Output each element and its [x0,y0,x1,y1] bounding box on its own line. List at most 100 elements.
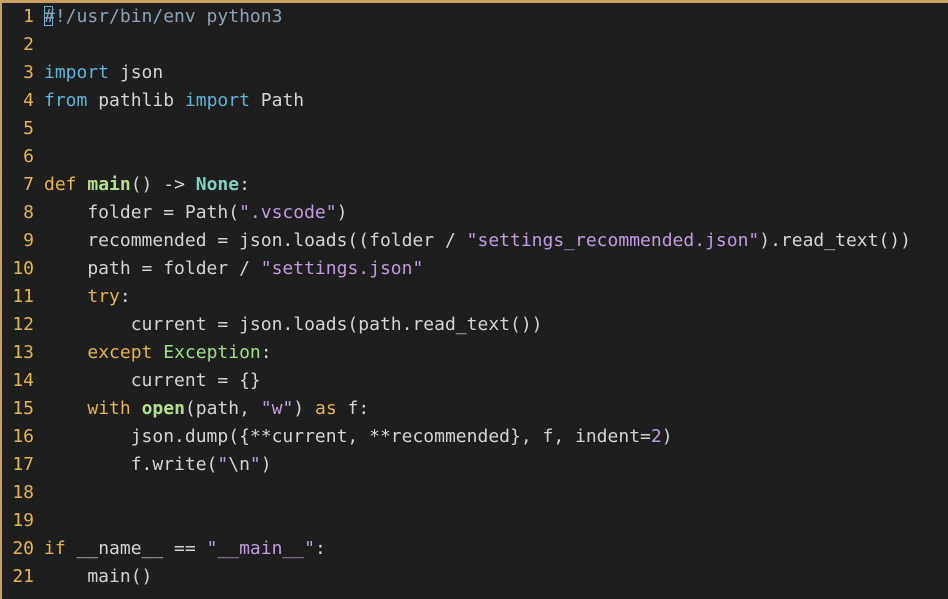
line-number: 10 [12,258,34,279]
code-text: f.write("\n") [44,451,948,479]
code-token: : [239,174,250,195]
editor-window: 1 #!/usr/bin/env python3 2 3 import json 4 fro… [0,0,948,599]
code-token: ) [336,202,348,223]
code-text: json.dump({**current, **recommended}, f,… [44,423,948,451]
code-token: "__main__" [206,538,315,559]
line-number: 7 [23,174,34,195]
code-token: #!/usr/bin/env python3 [44,6,283,27]
line-number: 9 [23,230,34,251]
line-number: 13 [12,342,34,363]
code-token: 2 [650,426,662,447]
code-line[interactable]: 3 import json [4,59,948,87]
code-line[interactable]: 14 current = {} [4,367,948,395]
line-number: 16 [12,426,34,447]
code-token: json.dump({**current, **recommended}, f,… [44,426,651,447]
line-number: 5 [23,118,34,139]
code-token: json [109,62,164,83]
code-token: pathlib [87,90,185,111]
code-text: from pathlib import Path [44,87,948,115]
code-token: : [314,538,326,559]
code-line[interactable]: 5 [4,115,948,143]
code-line[interactable]: 7 def main() -> None: [4,171,948,199]
code-line[interactable]: 12 current = json.loads(path.read_text()… [4,311,948,339]
code-line[interactable]: 19 [4,507,948,535]
code-token: ".vscode" [239,202,337,223]
code-text: folder = Path(".vscode") [44,199,948,227]
code-text: if __name__ == "__main__": [44,535,948,563]
code-token: recommended = json.loads((folder / [44,230,467,251]
code-text: path = folder / "settings.json" [44,255,948,283]
code-token: "w" [260,398,294,419]
code-text: except Exception: [44,339,948,367]
code-line[interactable]: 18 [4,479,948,507]
code-token: def [44,174,77,195]
code-text: current = json.loads(path.read_text()) [44,311,948,339]
code-line[interactable]: 20 if __name__ == "__main__": [4,535,948,563]
code-token: from [44,90,88,111]
code-line[interactable]: 13 except Exception: [4,339,948,367]
code-token: as [314,398,337,419]
line-number: 19 [12,510,34,531]
code-line[interactable]: 8 folder = Path(".vscode") [4,199,948,227]
code-token: current = json.loads(path.read_text()) [44,314,543,335]
code-token: path = folder / [44,258,261,279]
line-number: 2 [23,34,34,55]
code-line[interactable]: 9 recommended = json.loads((folder / "se… [4,227,948,255]
code-token: open [141,398,185,419]
code-text: try: [44,283,948,311]
code-line[interactable]: 10 path = folder / "settings.json" [4,255,948,283]
code-line[interactable]: 6 [4,143,948,171]
code-token: __name__ == [65,538,207,559]
code-token: main [87,174,131,195]
line-number: 14 [12,370,34,391]
code-token: f: [336,398,370,419]
code-line[interactable]: 21 main() [4,563,948,591]
code-text: recommended = json.loads((folder / "sett… [44,227,948,255]
code-token: Exception [163,342,261,363]
code-line[interactable]: 16 json.dump({**current, **recommended},… [4,423,948,451]
code-text: main() [44,563,948,591]
code-line[interactable]: 17 f.write("\n") [4,451,948,479]
code-token: : [119,286,131,307]
code-token: "settings.json" [260,258,424,279]
code-token: except [87,342,153,363]
line-number: 6 [23,146,34,167]
code-token: " [217,454,229,475]
code-line[interactable]: 2 [4,31,948,59]
code-token: () -> [130,174,196,195]
code-token: f.write( [44,454,218,475]
code-line[interactable]: 4 from pathlib import Path [4,87,948,115]
code-line[interactable]: 1 #!/usr/bin/env python3 [4,3,948,31]
code-token: import [44,62,110,83]
code-token: : [260,342,272,363]
code-token: ) [260,454,272,475]
line-number: 18 [12,482,34,503]
line-number: 20 [12,538,34,559]
code-line[interactable]: 11 try: [4,283,948,311]
code-token: "settings_recommended.json" [466,230,760,251]
code-token: main() [44,566,153,587]
line-number: 4 [23,90,34,111]
code-text: current = {} [44,367,948,395]
line-number: 8 [23,202,34,223]
line-number: 21 [12,566,34,587]
line-number: 11 [12,286,34,307]
code-editor[interactable]: 1 #!/usr/bin/env python3 2 3 import json 4 fro… [4,3,948,599]
code-text: import json [44,59,948,87]
code-text: with open(path, "w") as f: [44,395,948,423]
code-token: with [87,398,131,419]
code-token: (path, [184,398,261,419]
code-line[interactable]: 15 with open(path, "w") as f: [4,395,948,423]
code-text: #!/usr/bin/env python3 [44,3,948,31]
line-number: 15 [12,398,34,419]
